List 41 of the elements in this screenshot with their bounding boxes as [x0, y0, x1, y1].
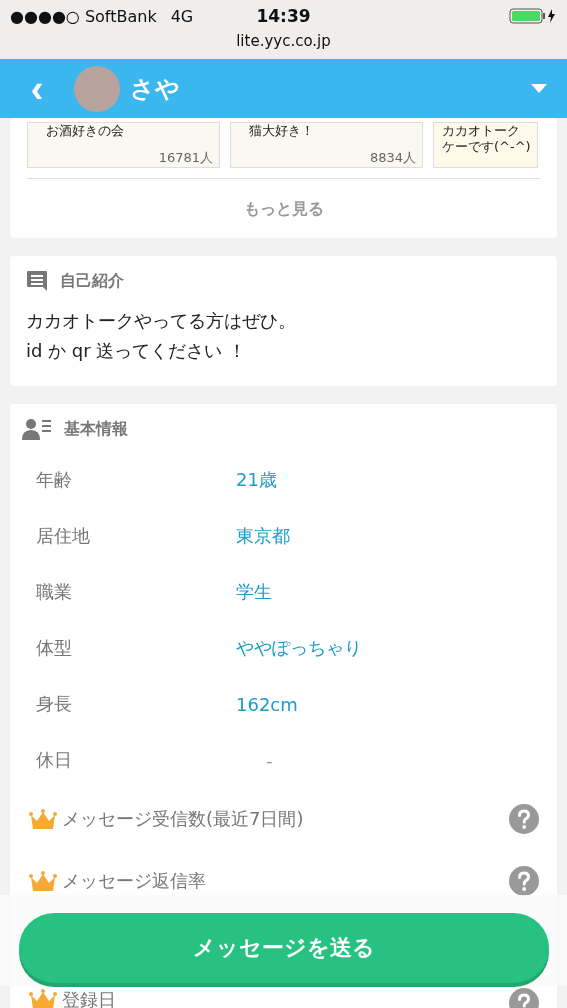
- community-title: お酒好きの会: [46, 123, 125, 139]
- info-value: 162cm: [236, 693, 298, 715]
- info-value: 東京都: [236, 524, 290, 548]
- carrier-name: ●●●●○ SoftBank: [10, 6, 157, 26]
- member-count: 16781人: [157, 149, 213, 167]
- info-label: 登録日: [62, 988, 117, 1008]
- info-label: メッセージ受信数(最近7日間): [62, 807, 305, 831]
- clock-time: 14:39: [256, 6, 311, 26]
- network-type: 4G: [170, 6, 194, 26]
- help-icon[interactable]: [509, 804, 539, 834]
- community-title: 猫大好き！: [249, 123, 315, 139]
- info-value: ややぽっちゃり: [236, 636, 362, 660]
- avatar-photo: [74, 65, 120, 112]
- info-value: 21歳: [236, 468, 277, 492]
- member-count: 8834人: [368, 149, 416, 167]
- crown-icon: [28, 870, 58, 892]
- section-heading: 自己紹介: [60, 270, 124, 292]
- info-label: 体型: [36, 636, 73, 660]
- section-heading: 基本情報: [64, 418, 128, 440]
- community-card[interactable]: カカオトーク ケーです(^-^): [433, 122, 538, 168]
- url-text[interactable]: lite.yyc.co.jp: [236, 32, 331, 50]
- intro-text: カカオトークやってる方はぜひ。 id か qr 送ってください ！: [26, 309, 297, 363]
- info-label: 休日: [36, 748, 73, 772]
- info-value: -: [265, 749, 273, 771]
- comment-icon: [26, 270, 48, 292]
- community-card[interactable]: お酒好きの会 16781人: [27, 122, 220, 168]
- community-title: カカオトーク ケーです(^-^): [442, 123, 531, 155]
- info-label: 職業: [36, 580, 73, 604]
- profile-list-icon: [22, 418, 52, 440]
- info-value: 学生: [236, 580, 272, 604]
- help-icon[interactable]: [509, 866, 539, 896]
- profile-name: さや: [130, 73, 181, 105]
- info-label: 年齢: [36, 468, 73, 492]
- community-card[interactable]: 猫大好き！ 8834人: [230, 122, 423, 168]
- dropdown-caret-icon[interactable]: [531, 84, 547, 93]
- info-label: メッセージ返信率: [62, 869, 207, 893]
- battery-icon: [509, 8, 557, 24]
- info-label: 身長: [36, 692, 73, 716]
- info-label: 居住地: [36, 524, 91, 548]
- crown-icon: [28, 808, 58, 830]
- crown-icon: [28, 988, 58, 1008]
